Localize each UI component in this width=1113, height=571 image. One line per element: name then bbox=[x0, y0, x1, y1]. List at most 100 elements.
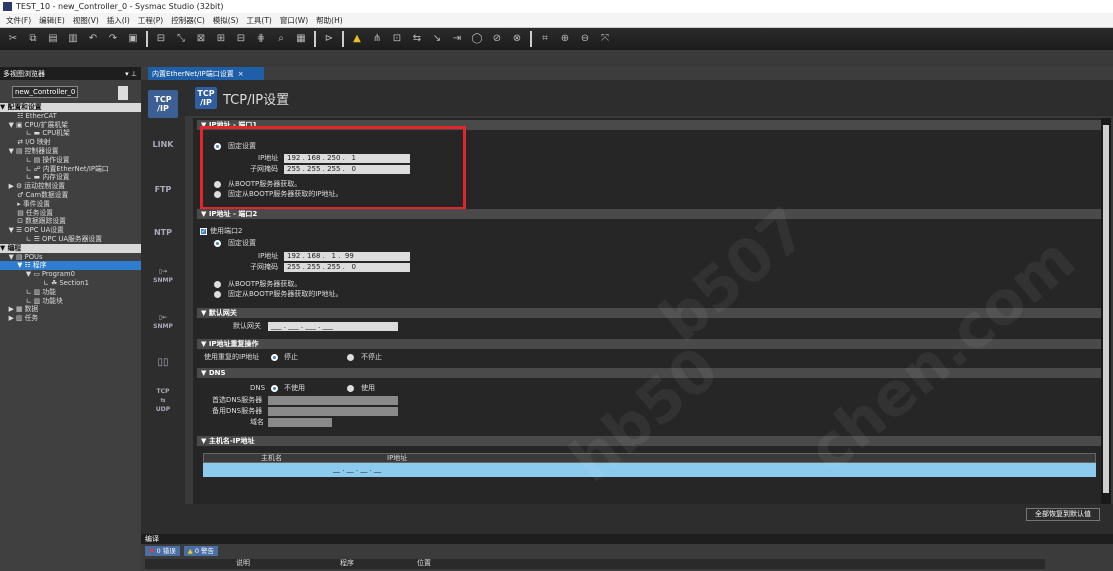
tree-item[interactable]: ▶ ▥ 任务 bbox=[0, 314, 141, 323]
step-icon[interactable]: ↘ bbox=[430, 32, 444, 46]
io-icon[interactable]: ⊡ bbox=[390, 32, 404, 46]
network-icon[interactable]: ⋔ bbox=[370, 32, 384, 46]
dns-primary-field[interactable] bbox=[268, 396, 398, 405]
nav-snmp-button[interactable]: ▯→ SNMP bbox=[148, 262, 178, 290]
fit-icon[interactable]: ⤧ bbox=[598, 32, 612, 46]
tree-item[interactable]: ▼ ▤ 控制器设置 bbox=[0, 147, 141, 156]
nav-link-button[interactable]: LINK bbox=[148, 130, 178, 158]
menu-window[interactable]: 窗口(W) bbox=[280, 15, 308, 26]
program-check-icon[interactable]: ⊳ bbox=[322, 32, 336, 46]
tree-item[interactable]: ♂ Cam数据设置 bbox=[0, 191, 141, 200]
menu-view[interactable]: 视图(V) bbox=[73, 15, 99, 26]
close-icon[interactable]: × bbox=[238, 70, 244, 78]
menu-project[interactable]: 工程(P) bbox=[138, 15, 163, 26]
tree-item[interactable]: ⇄ I/O 映射 bbox=[0, 138, 141, 147]
tree-item[interactable]: ∟ ☍ 内置EtherNet/IP端口 bbox=[0, 165, 141, 174]
nav-tcpip-button[interactable]: TCP /IP bbox=[148, 90, 178, 118]
menu-insert[interactable]: 插入(I) bbox=[107, 15, 130, 26]
port2-fixed-label: 固定设置 bbox=[228, 239, 256, 247]
port2-bootp-radio[interactable] bbox=[214, 281, 221, 288]
nav-fins-button[interactable]: ▯▯ bbox=[148, 348, 178, 376]
tree-item[interactable]: ☷ EtherCAT bbox=[0, 112, 141, 121]
hosts-table-row[interactable]: __ . __ . __ . __ bbox=[203, 463, 1096, 477]
tree-item[interactable]: ∟ ▥ 功能块 bbox=[0, 297, 141, 306]
nav-snmp-trap-button[interactable]: ▯← SNMP bbox=[148, 308, 178, 336]
tree-item[interactable]: ▼ ☷ 程序 bbox=[0, 261, 141, 271]
menu-controller[interactable]: 控制器(C) bbox=[171, 15, 205, 26]
dns-used-radio[interactable] bbox=[347, 385, 354, 392]
zoom-in-icon[interactable]: ⊕ bbox=[558, 32, 572, 46]
dns-label: DNS bbox=[250, 384, 266, 392]
cross-ref-icon[interactable]: ⤡ bbox=[174, 32, 188, 46]
scrollbar-thumb[interactable] bbox=[1103, 125, 1109, 493]
tree-item[interactable]: ▼ 配置和设置 bbox=[0, 103, 141, 112]
monitor-icon[interactable]: ⊟ bbox=[234, 32, 248, 46]
errors-filter-button[interactable]: ✖ 0 错误 bbox=[145, 546, 180, 556]
tree-item[interactable]: ▼ ▤ POUs bbox=[0, 253, 141, 262]
tree-item[interactable]: ▸ 事件设置 bbox=[0, 200, 141, 209]
tree-item[interactable]: ∟ ▤ 操作设置 bbox=[0, 156, 141, 165]
tree-item[interactable]: ▼ ▣ CPU/扩展机架 bbox=[0, 121, 141, 130]
reset-all-button[interactable]: 全部恢复到默认值 bbox=[1026, 508, 1100, 521]
paste-icon[interactable]: ▤ bbox=[46, 32, 60, 46]
tree-item[interactable]: ▼ ▭ Program0 bbox=[0, 270, 141, 279]
warning-icon[interactable]: ▲ bbox=[350, 32, 364, 46]
nav-tcp-udp-button[interactable]: TCP ⇆ UDP bbox=[148, 386, 178, 414]
dup-nostop-radio[interactable] bbox=[347, 354, 354, 361]
tree-item[interactable]: ∟ ☰ OPC UA服务器设置 bbox=[0, 235, 141, 244]
menu-help[interactable]: 帮助(H) bbox=[316, 15, 343, 26]
use-port2-checkbox[interactable]: ✓ bbox=[200, 228, 207, 235]
page-title: TCP/IP设置 bbox=[223, 92, 290, 108]
sync-icon[interactable]: ⇆ bbox=[410, 32, 424, 46]
nav-ftp-button[interactable]: FTP bbox=[148, 175, 178, 203]
online-icon[interactable]: ▦ bbox=[294, 32, 308, 46]
dns-secondary-field[interactable] bbox=[268, 407, 398, 416]
undo-icon[interactable]: ↶ bbox=[86, 32, 100, 46]
pin-icon[interactable]: ▾ ⊥ bbox=[125, 70, 137, 78]
port2-mask-field[interactable]: 255 . 255 . 255 . 0 bbox=[284, 263, 410, 272]
port2-ip-field[interactable]: 192 . 168 . 1 . 99 bbox=[284, 252, 410, 261]
watch-icon[interactable]: ⊗ bbox=[510, 32, 524, 46]
menu-tools[interactable]: 工具(T) bbox=[246, 15, 271, 26]
tree-item[interactable]: ▼ ☰ OPC UA设置 bbox=[0, 226, 141, 235]
warnings-filter-button[interactable]: ▲ 0 警告 bbox=[183, 546, 219, 556]
zoom-out-icon[interactable]: ⊖ bbox=[578, 32, 592, 46]
stop-icon[interactable]: ◯ bbox=[470, 32, 484, 46]
cut-icon[interactable]: ✂ bbox=[6, 32, 20, 46]
tree-item[interactable]: ▤ 任务设置 bbox=[0, 209, 141, 218]
tree-item[interactable]: ▼ 编程 bbox=[0, 243, 141, 253]
tree-item[interactable]: ∟ ☘ Section1 bbox=[0, 279, 141, 288]
dup-stop-radio[interactable] bbox=[271, 354, 278, 361]
tree-item[interactable]: ⊡ 数据跟踪设置 bbox=[0, 217, 141, 226]
replace-icon[interactable]: ⊞ bbox=[214, 32, 228, 46]
tree-item[interactable]: ∟ ▥ 功能 bbox=[0, 288, 141, 297]
save-icon[interactable]: ▣ bbox=[126, 32, 140, 46]
dns-domain-field[interactable] bbox=[268, 418, 332, 427]
transfer-icon[interactable]: ⊟ bbox=[154, 32, 168, 46]
tree-item[interactable]: ▶ ⚙ 运动控制设置 bbox=[0, 182, 141, 191]
tab-ethernet-ip-settings[interactable]: 内置EtherNet/IP端口设置 × bbox=[148, 67, 264, 80]
binoculars-icon[interactable]: ⌕ bbox=[274, 32, 288, 46]
menu-edit[interactable]: 编辑(E) bbox=[39, 15, 65, 26]
tree-item[interactable]: ∟ ▬ 内存设置 bbox=[0, 173, 141, 182]
grid-icon[interactable]: ⌗ bbox=[538, 32, 552, 46]
compare-icon[interactable]: ⋕ bbox=[254, 32, 268, 46]
port2-bootp-fixed-radio[interactable] bbox=[214, 291, 221, 298]
menu-simulation[interactable]: 模拟(S) bbox=[213, 15, 239, 26]
tree-item[interactable]: ∟ ▬ CPU机架 bbox=[0, 129, 141, 138]
forward-icon[interactable]: ⇥ bbox=[450, 32, 464, 46]
dup-nostop-label: 不停止 bbox=[361, 353, 382, 361]
section-port2-header[interactable]: ▼ IP地址 - 端口2 bbox=[197, 209, 1103, 219]
menu-file[interactable]: 文件(F) bbox=[6, 15, 31, 26]
break-icon[interactable]: ⊘ bbox=[490, 32, 504, 46]
search-icon[interactable]: ⊠ bbox=[194, 32, 208, 46]
nav-ntp-button[interactable]: NTP bbox=[148, 218, 178, 246]
redo-icon[interactable]: ↷ bbox=[106, 32, 120, 46]
tree-item[interactable]: ▶ ▦ 数据 bbox=[0, 305, 141, 314]
gateway-field[interactable]: ___ . ___ . ___ . ___ bbox=[268, 322, 398, 331]
copy-icon[interactable]: ⧉ bbox=[26, 32, 40, 46]
dns-unused-radio[interactable] bbox=[271, 385, 278, 392]
controller-select[interactable]: new_Controller_0 bbox=[12, 86, 78, 98]
port2-fixed-radio[interactable] bbox=[214, 240, 221, 247]
delete-icon[interactable]: ▥ bbox=[66, 32, 80, 46]
